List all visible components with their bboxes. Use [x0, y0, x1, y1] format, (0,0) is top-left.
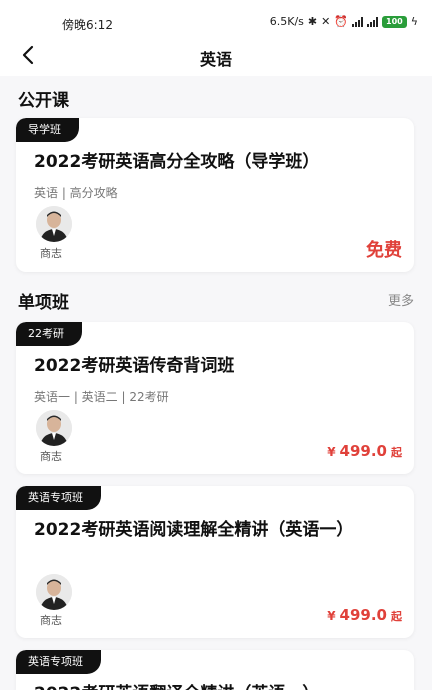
course-title: 2022考研英语阅读理解全精讲（英语一） [34, 520, 354, 540]
course-card[interactable]: 导学班 2022考研英语高分全攻略（导学班） 英语 | 高分攻略 商志 免费 [16, 118, 414, 272]
charging-icon: ϟ [410, 15, 418, 28]
course-title: 2022考研英语翻译全精讲（英语一） [34, 682, 396, 690]
course-tag: 英语专项班 [16, 486, 101, 510]
price-value: 499.0 [339, 442, 387, 460]
teacher-name: 商志 [40, 247, 62, 260]
course-title: 2022考研英语高分全攻略（导学班） [34, 152, 320, 172]
page-title: 英语 [199, 50, 232, 69]
course-tag: 22考研 [16, 322, 82, 346]
currency-symbol: ¥ [327, 609, 336, 623]
course-subtitle: 英语 | 高分攻略 [34, 186, 118, 200]
course-card[interactable]: 22考研 2022考研英语传奇背词班 英语一 | 英语二 | 22考研 商志 ¥… [16, 322, 414, 474]
price: ¥499.0 起 [327, 606, 402, 624]
status-time: 傍晚6:12 [62, 18, 113, 32]
signal-icon [352, 16, 364, 27]
course-card[interactable]: 英语专项班 2022考研英语翻译全精讲（英语一） [16, 650, 414, 690]
status-icons: 6.5K/s ✱ ✕ ⏰ 100 ϟ [270, 15, 418, 28]
price-label: 免费 [366, 240, 402, 261]
network-speed: 6.5K/s [269, 15, 304, 28]
section-title-open-course: 公开课 [18, 91, 69, 111]
teacher-name: 商志 [40, 450, 62, 463]
course-card[interactable]: 英语专项班 2022考研英语阅读理解全精讲（英语一） 商志 ¥499.0 起 [16, 486, 414, 638]
battery-icon: 100 [382, 15, 407, 28]
avatar [36, 206, 72, 242]
price-value: 499.0 [339, 606, 387, 624]
course-title: 2022考研英语传奇背词班 [34, 356, 235, 376]
course-tag: 导学班 [16, 118, 79, 142]
course-subtitle: 英语一 | 英语二 | 22考研 [34, 390, 169, 404]
bluetooth-icon: ✱ [307, 15, 318, 28]
section-title-single-class: 单项班 [18, 293, 69, 313]
currency-symbol: ¥ [327, 445, 336, 459]
price: ¥499.0 起 [327, 442, 402, 460]
alarm-icon: ⏰ [334, 15, 349, 28]
price-suffix: 起 [391, 446, 402, 459]
course-tag: 英语专项班 [16, 650, 101, 674]
avatar [36, 410, 72, 446]
status-bar: 傍晚6:12 6.5K/s ✱ ✕ ⏰ 100 ϟ [0, 0, 432, 36]
signal-icon-2 [367, 16, 379, 27]
avatar [36, 574, 72, 610]
nav-bar: 英语 [0, 36, 432, 76]
more-link[interactable]: 更多 [388, 290, 414, 309]
price-suffix: 起 [391, 610, 402, 623]
teacher-name: 商志 [40, 614, 62, 627]
mute-icon: ✕ [321, 15, 331, 28]
